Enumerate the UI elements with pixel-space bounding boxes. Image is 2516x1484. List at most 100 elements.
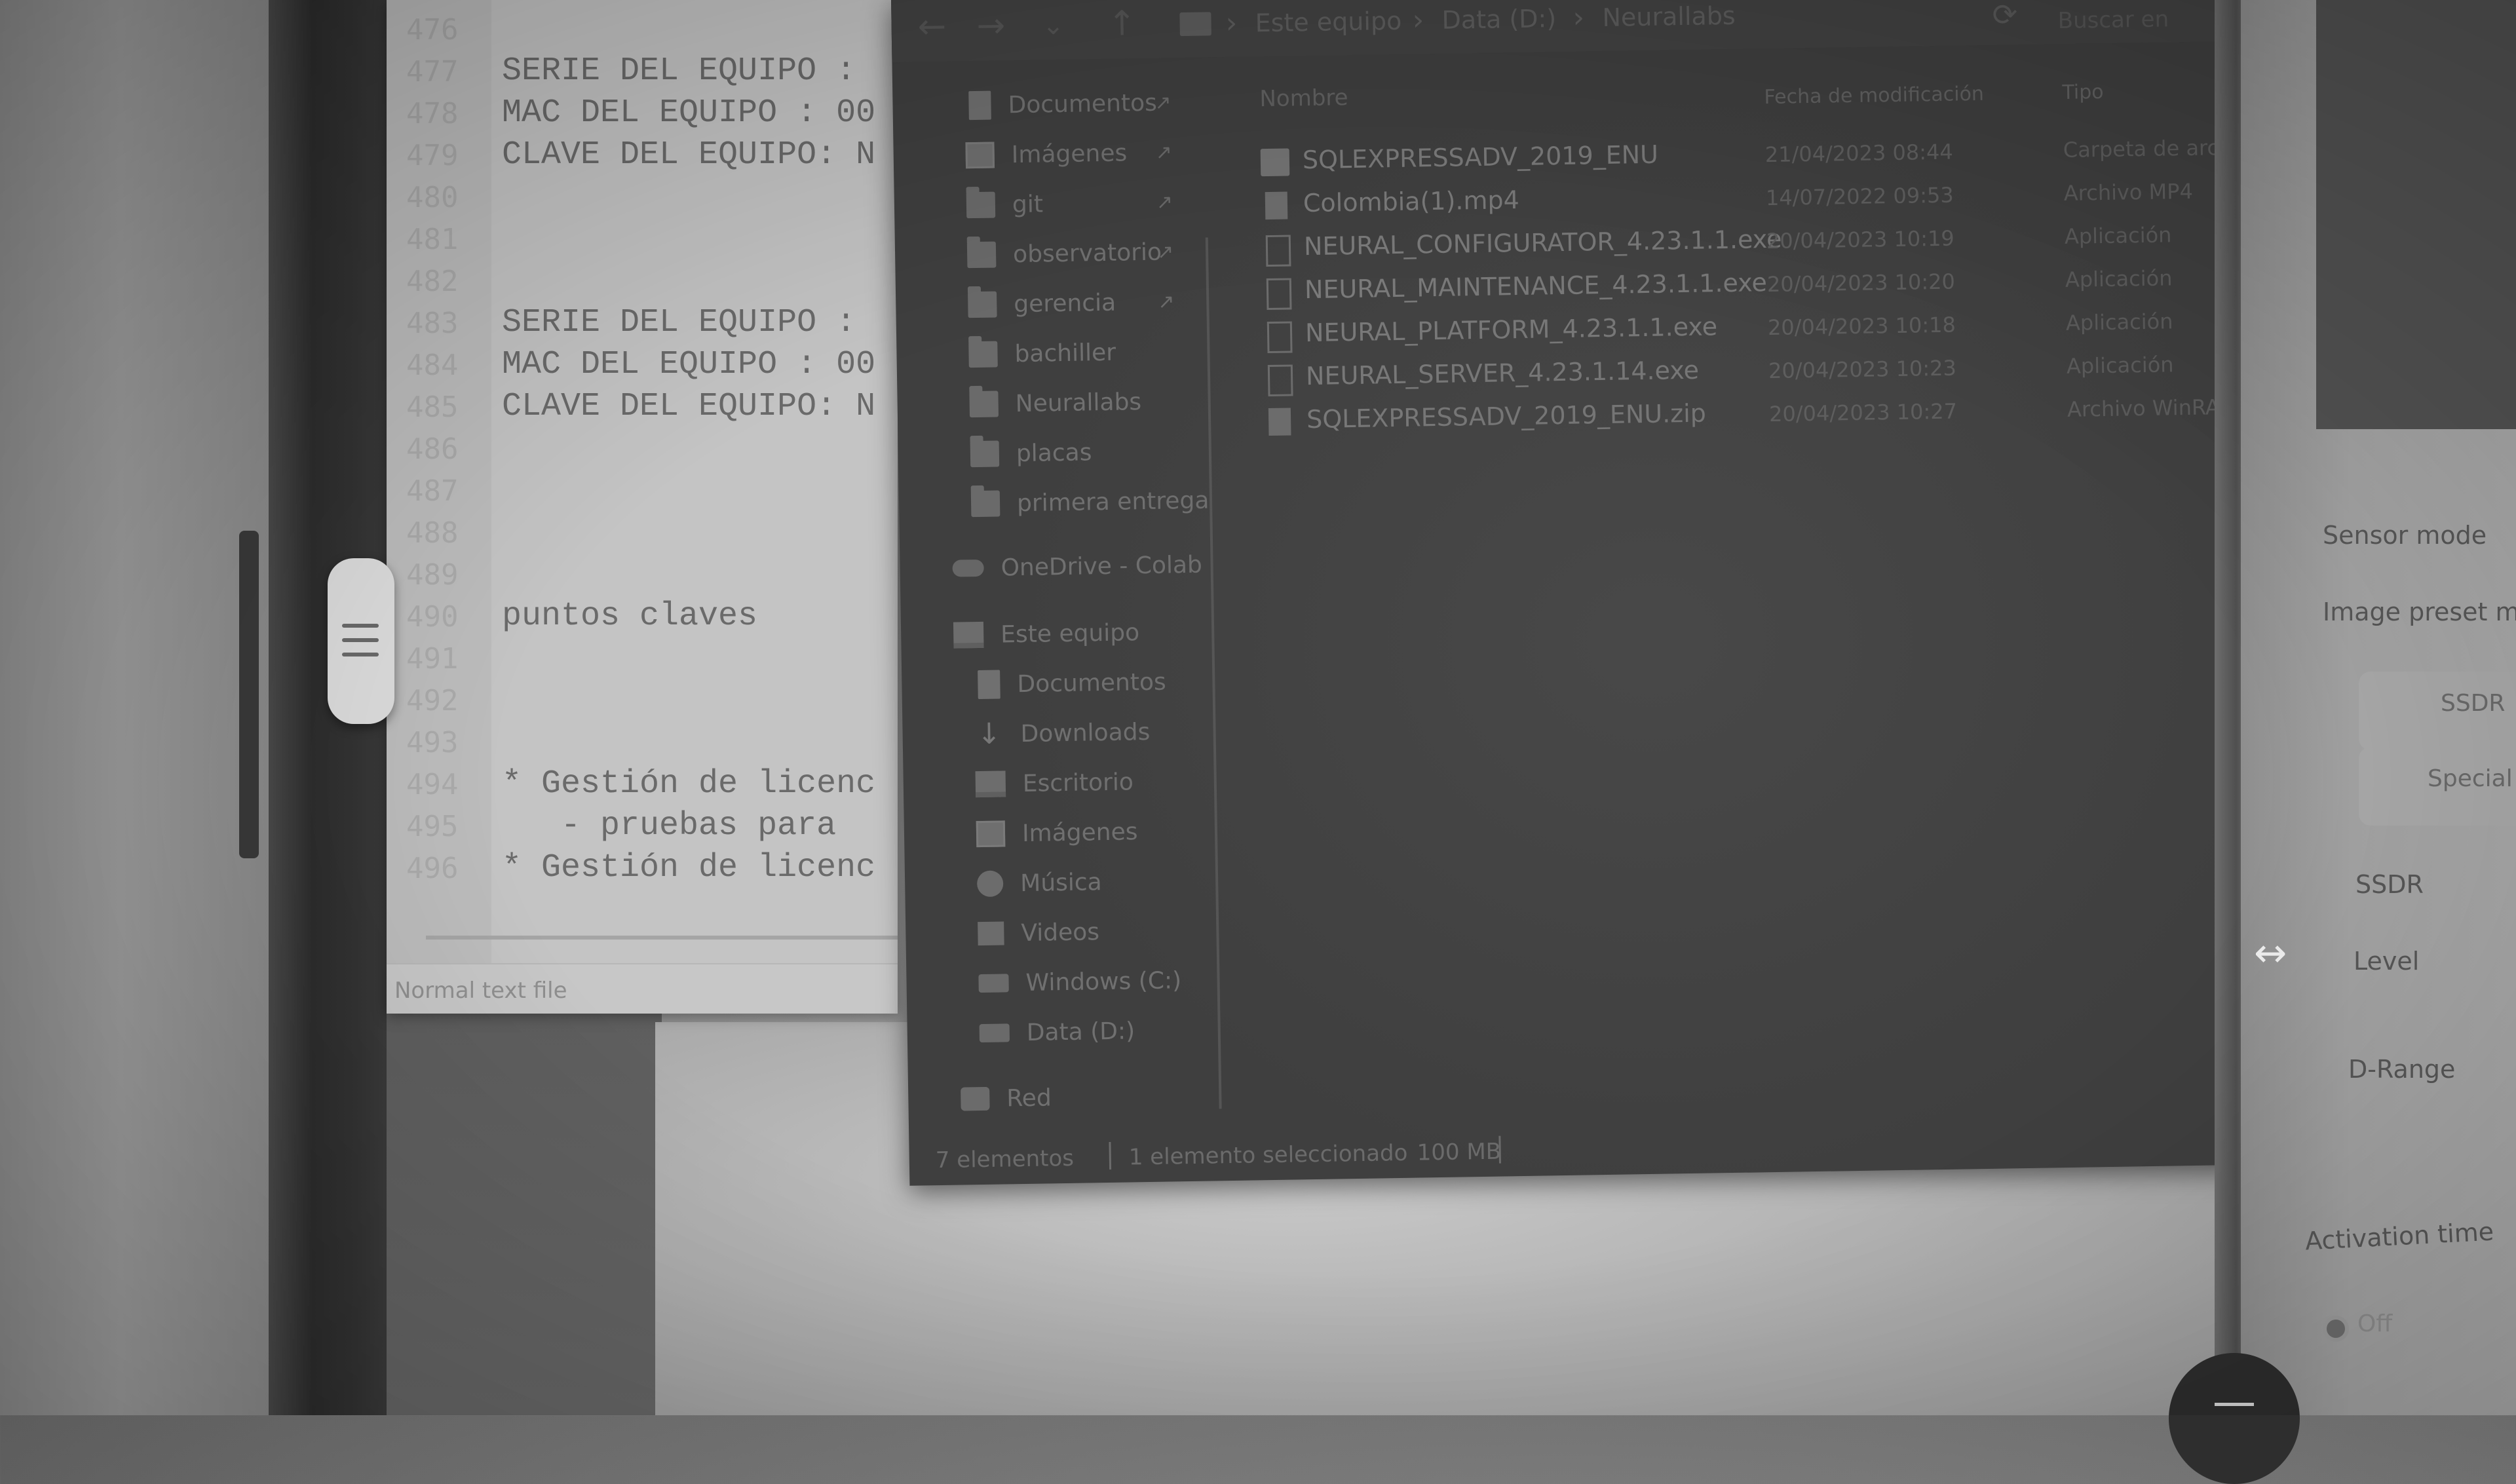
file-name: NEURAL_MAINTENANCE_4.23.1.1.exe [1304,268,1768,305]
line-number: 477 [406,55,459,88]
code-line[interactable]: - pruebas para [502,807,836,845]
pin-icon[interactable]: ↗ [1154,90,1196,114]
image-preset-label[interactable]: Image preset mo [2323,598,2516,626]
special-option[interactable]: Special [2428,765,2513,792]
file-type: Aplicación [2065,265,2173,292]
line-number: 480 [406,181,459,214]
nav-item[interactable]: Red [961,1076,1052,1120]
explorer-toolbar: ← → ⌄ ↑ › Este equipo › Data (D:) › Neur… [891,0,2255,62]
nav-item[interactable]: Windows (C:) [978,959,1181,1005]
code-line[interactable]: * Gestión de licenc [502,849,875,886]
nav-item[interactable]: placas [970,430,1092,476]
ssdr-option[interactable]: SSDR [2441,690,2505,717]
up-arrow-icon[interactable]: ↑ [1107,4,1137,44]
nav-item-label: placas [1016,438,1092,467]
line-number: 492 [406,684,459,717]
editor-status-bar: Normal text file [387,963,898,1014]
image-icon [965,142,995,169]
forward-arrow-icon[interactable]: → [976,6,1006,46]
recent-chevron-icon[interactable]: ⌄ [1042,10,1064,41]
code-line[interactable]: MAC DEL EQUIPO : 00 [502,346,875,383]
horizontal-scrollbar[interactable] [426,936,898,940]
line-number: 487 [406,474,459,508]
nav-item[interactable]: Imágenes ↗ [965,131,1172,177]
file-name: NEURAL_CONFIGURATOR_4.23.1.1.exe [1303,224,1782,261]
nav-item[interactable]: git ↗ [966,182,1173,227]
back-arrow-icon[interactable]: ← [917,7,947,47]
pin-icon[interactable]: ↗ [1157,240,1201,263]
column-date-header[interactable]: Fecha de modificación [1764,83,1984,109]
camera-preview [2316,0,2516,429]
nav-item[interactable]: primera entrega [970,478,1210,525]
file-name: SQLEXPRESSADV_2019_ENU [1302,140,1659,175]
file-explorer-window: ← → ⌄ ↑ › Este equipo › Data (D:) › Neur… [891,0,2276,1186]
code-line[interactable]: CLAVE DEL EQUIPO: N [502,136,875,174]
file-type: Aplicación [2066,352,2174,379]
chevron-right-icon: › [1572,1,1585,35]
navigation-pane: Documentos ↗ Imágenes ↗ git ↗ observatorio ↗ ger… [892,73,1223,1133]
nav-item[interactable]: Escritorio [975,760,1134,806]
column-name-header[interactable]: Nombre [1259,85,1348,112]
line-number: 486 [406,432,459,466]
nav-item[interactable]: Neurallabs [969,380,1141,426]
text-editor-window: 476 477 SERIE DEL EQUIPO : 478 MAC DEL EQUIP… [387,0,898,1014]
activation-off-label[interactable]: Off [2357,1310,2392,1337]
nav-item[interactable]: Música [976,860,1103,905]
refresh-icon[interactable]: ⟳ [1992,0,2017,33]
sensor-mode-label[interactable]: Sensor mode [2323,521,2487,550]
monitor-edge [239,531,259,858]
file-date: 20/04/2023 10:27 [1768,398,1958,427]
code-line[interactable]: puntos claves [502,598,757,635]
breadcrumb-item[interactable]: Este equipo [1255,7,1401,38]
line-number: 494 [406,768,459,801]
nav-item-label: Este equipo [1000,618,1140,648]
document-icon [968,90,991,121]
file-date: 14/07/2022 09:53 [1765,182,1954,211]
activation-radio[interactable] [2323,1316,2349,1342]
desktop-icon [975,771,1006,798]
folder-icon [970,490,1001,518]
pin-icon[interactable]: ↗ [1156,191,1173,214]
minus-icon [2215,1403,2254,1406]
line-number: 495 [406,810,459,843]
video-file-icon [1265,191,1288,220]
nav-item-label: Data (D:) [1026,1017,1135,1046]
nav-item[interactable]: Imágenes [976,810,1138,856]
side-menu-handle[interactable] [328,558,394,724]
nav-item[interactable]: OneDrive - Colab [952,543,1202,590]
nav-item[interactable]: Documentos [974,660,1166,707]
resize-cursor-icon: ↔ [2254,930,2287,976]
d-range-label[interactable]: D-Range [2348,1055,2455,1084]
nav-item[interactable]: observatorio ↗ [966,231,1174,277]
code-line[interactable]: SERIE DEL EQUIPO : [502,304,856,341]
breadcrumb-item[interactable]: Neurallabs [1602,1,1736,32]
folder-icon [1260,148,1290,177]
nav-item[interactable]: Este equipo [953,611,1140,656]
nav-item[interactable]: Videos [978,910,1100,955]
breadcrumb-item[interactable]: Data (D:) [1441,4,1556,35]
search-input[interactable]: Buscar en [2057,6,2169,34]
nav-item[interactable]: ↓ Downloads [974,710,1151,756]
status-separator [1498,1135,1502,1164]
line-number: 488 [406,516,459,550]
column-type-header[interactable]: Tipo [2062,81,2104,104]
pin-icon[interactable]: ↗ [1155,141,1172,164]
level-label[interactable]: Level [2354,947,2419,976]
bottom-menu-button[interactable] [2169,1353,2300,1484]
code-line[interactable]: SERIE DEL EQUIPO : [502,52,856,90]
folder-icon [970,440,1000,468]
nav-item-label: Neurallabs [1015,388,1142,417]
nav-item[interactable]: gerencia ↗ [968,281,1175,327]
nav-item[interactable]: bachiller [968,331,1116,377]
code-line[interactable]: MAC DEL EQUIPO : 00 [502,94,875,132]
nav-item[interactable]: Data (D:) [979,1009,1135,1055]
file-name: NEURAL_SERVER_4.23.1.14.exe [1305,355,1700,391]
file-date: 20/04/2023 10:18 [1767,312,1956,341]
nav-item[interactable]: Documentos ↗ [964,81,1172,128]
code-line[interactable]: * Gestión de licenc [502,765,875,803]
chevron-right-icon: › [1225,6,1238,40]
nav-item-label: Imágenes [1011,139,1128,168]
folder-icon [968,341,998,368]
code-line[interactable]: CLAVE DEL EQUIPO: N [502,388,875,425]
nav-item-label: git [1012,190,1044,218]
